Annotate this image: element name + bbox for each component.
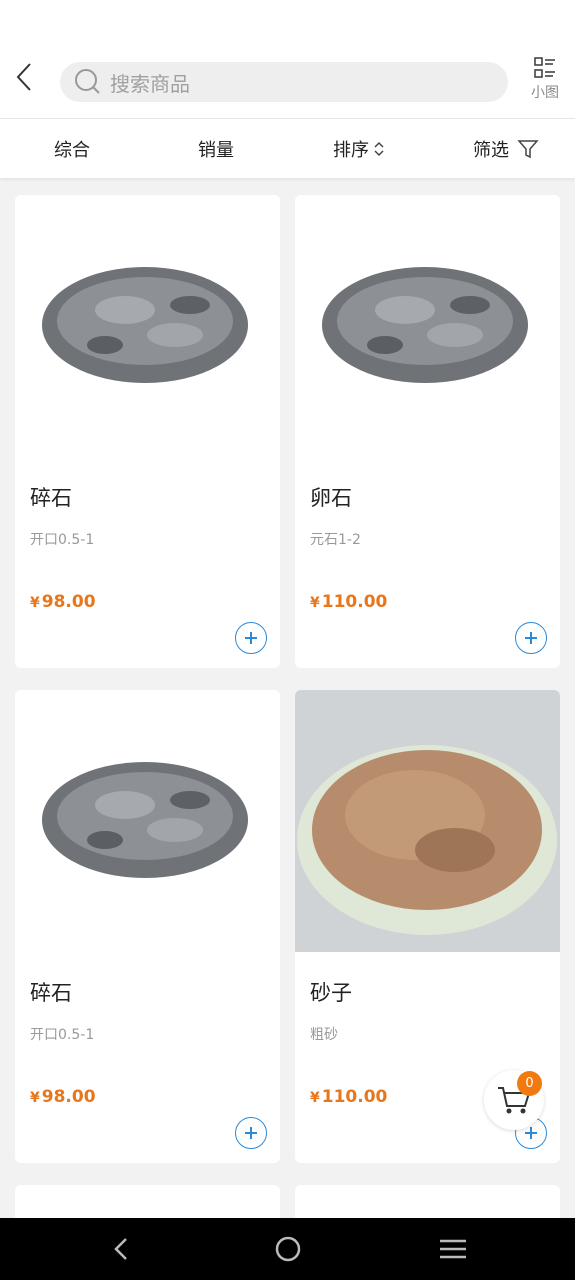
plus-icon	[525, 1127, 537, 1139]
filter-label: 筛选	[473, 140, 509, 161]
nav-back-icon	[114, 1238, 127, 1260]
nav-menu-icon	[440, 1239, 466, 1259]
product-name: 碎石	[30, 486, 72, 510]
plus-icon	[245, 1127, 257, 1139]
filter-sort[interactable]: 排序	[333, 119, 385, 179]
product-price: ¥110.00	[310, 1087, 387, 1107]
nav-home-button[interactable]	[273, 1234, 303, 1264]
search-placeholder: 搜索商品	[110, 71, 190, 96]
add-to-cart-button[interactable]	[515, 622, 547, 654]
filter-bar: 综合 销量 排序 筛选	[0, 118, 575, 178]
product-price: ¥98.00	[30, 592, 96, 612]
price-value: 98.00	[41, 592, 96, 612]
product-spec: 元石1-2	[310, 532, 361, 548]
currency-symbol: ¥	[30, 1090, 40, 1106]
funnel-icon	[517, 140, 539, 159]
list-view-icon	[534, 57, 555, 78]
product-card[interactable]: 碎石 开口0.5-1 ¥98.00	[15, 690, 280, 1163]
search-icon	[75, 69, 100, 94]
nav-home-icon	[275, 1236, 301, 1262]
sort-chevrons-icon	[374, 141, 384, 157]
plus-icon	[525, 632, 537, 644]
cart-count-badge: 0	[517, 1071, 542, 1096]
product-image	[15, 195, 280, 457]
currency-symbol: ¥	[310, 595, 320, 611]
product-price: ¥98.00	[30, 1087, 96, 1107]
nav-back-button[interactable]	[106, 1234, 136, 1264]
view-toggle-label: 小图	[531, 85, 559, 101]
price-value: 110.00	[321, 592, 388, 612]
back-arrow-icon	[16, 63, 31, 91]
filter-label: 综合	[54, 140, 90, 161]
product-name: 碎石	[30, 981, 72, 1005]
filter-sales[interactable]: 销量	[198, 119, 234, 179]
price-value: 110.00	[321, 1087, 388, 1107]
product-image	[295, 195, 560, 457]
filter-screen[interactable]: 筛选	[473, 119, 539, 179]
product-card[interactable]: 碎石 开口0.5-1 ¥98.00	[15, 195, 280, 668]
filter-label: 销量	[198, 140, 234, 161]
add-to-cart-button[interactable]	[235, 622, 267, 654]
top-bar: 搜索商品 小图	[0, 50, 575, 118]
gravel-image	[42, 267, 248, 383]
gravel-image	[322, 267, 528, 383]
product-image	[295, 690, 560, 952]
product-price: ¥110.00	[310, 592, 387, 612]
product-card[interactable]: 卵石 元石1-2 ¥110.00	[295, 195, 560, 668]
add-to-cart-button[interactable]	[235, 1117, 267, 1149]
nav-menu-button[interactable]	[438, 1234, 468, 1264]
product-name: 卵石	[310, 486, 352, 510]
status-bar	[0, 0, 575, 50]
product-name: 砂子	[310, 981, 352, 1005]
product-image	[15, 690, 280, 952]
gravel-image	[42, 762, 248, 878]
back-button[interactable]	[10, 62, 40, 92]
currency-symbol: ¥	[30, 595, 40, 611]
filter-comprehensive[interactable]: 综合	[54, 119, 90, 179]
product-spec: 开口0.5-1	[30, 1027, 95, 1043]
filter-label: 排序	[333, 140, 369, 161]
plus-icon	[245, 632, 257, 644]
system-navigation-bar	[0, 1218, 575, 1280]
view-toggle-button[interactable]: 小图	[527, 56, 563, 102]
product-spec: 开口0.5-1	[30, 532, 95, 548]
search-bar[interactable]: 搜索商品	[60, 62, 508, 102]
sand-image	[295, 690, 560, 952]
currency-symbol: ¥	[310, 1090, 320, 1106]
product-spec: 粗砂	[310, 1027, 338, 1043]
price-value: 98.00	[41, 1087, 96, 1107]
